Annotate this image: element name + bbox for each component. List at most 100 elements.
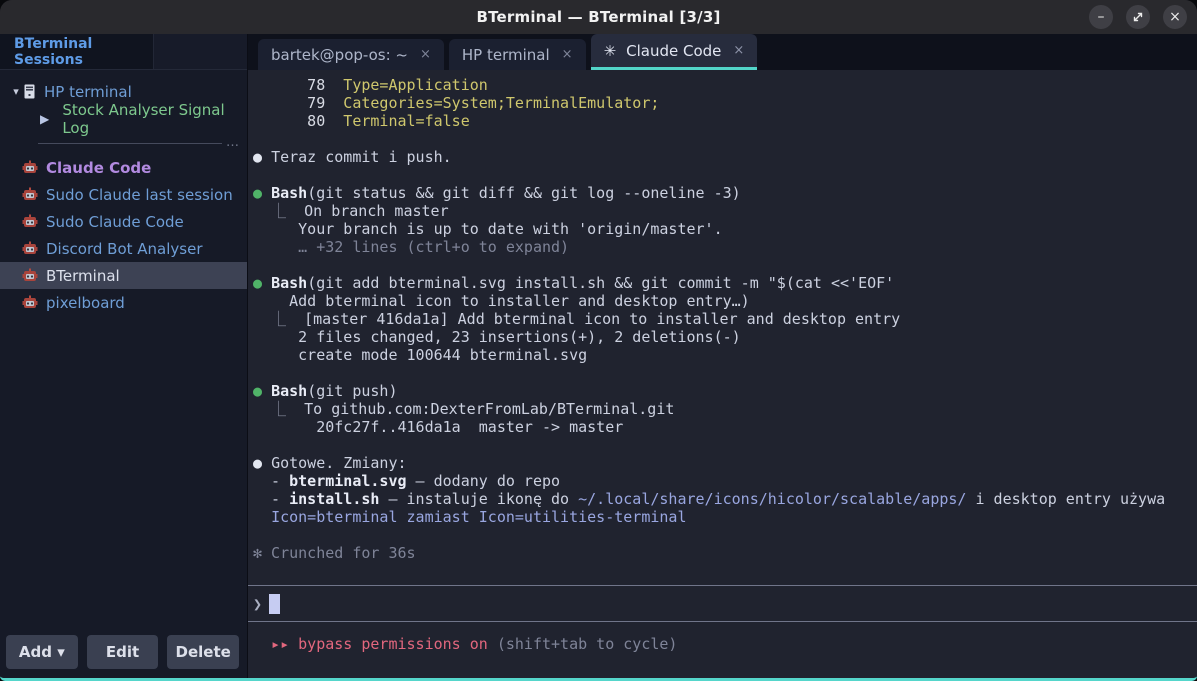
close-tab-icon[interactable]: ×: [562, 47, 573, 62]
sidebar-buttons: Add ▾ Edit Delete: [0, 627, 247, 678]
terminal-line: 20fc27f..416da1a master -> master: [253, 418, 1197, 436]
terminal-line: 78 Type=Application: [253, 76, 1197, 94]
terminal-line: 2 files changed, 23 insertions(+), 2 del…: [253, 328, 1197, 346]
terminal-line: 80 Terminal=false: [253, 112, 1197, 130]
robot-icon: [22, 268, 38, 284]
permissions-hint-text: (shift+tab to cycle): [488, 635, 678, 653]
robot-icon: [22, 241, 38, 257]
session-item-label: Sudo Claude last session: [46, 186, 233, 204]
sidebar-header-label: BTerminal Sessions: [0, 34, 153, 69]
maximize-icon: [1131, 10, 1145, 24]
close-tab-icon[interactable]: ×: [733, 43, 744, 58]
terminal-line: ● Bash(git status && git diff && git log…: [253, 184, 1197, 202]
close-tab-icon[interactable]: ×: [420, 47, 431, 62]
edit-button[interactable]: Edit: [87, 635, 159, 669]
tree-item-stock-analyser-log[interactable]: ▶ Stock Analyser Signal Log: [0, 105, 247, 132]
terminal-line: - bterminal.svg — dodany do repo: [253, 472, 1197, 490]
prompt-chevron-icon: ❯: [253, 595, 262, 613]
crunched-status: ✻ Crunched for 36s: [253, 544, 1197, 562]
computer-icon: [24, 84, 35, 99]
delete-button[interactable]: Delete: [167, 635, 239, 669]
tab-bar: bartek@pop-os: ~ × HP terminal × ✳ Claud…: [248, 34, 1197, 70]
permissions-status-bar: ▸▸ bypass permissions on (shift+tab to c…: [248, 622, 1197, 678]
spark-icon: ✳: [604, 42, 617, 60]
terminal-line: ● Gotowe. Zmiany:: [253, 454, 1197, 472]
session-item-label: Sudo Claude Code: [46, 213, 184, 231]
play-icon: ▶: [40, 112, 53, 126]
tab-label: HP terminal: [462, 46, 550, 64]
branch-connector: ⎿: [253, 202, 304, 220]
session-item-label: Claude Code: [46, 159, 151, 177]
terminal-blank-line: [253, 130, 1197, 148]
tab-label: bartek@pop-os: ~: [271, 46, 408, 64]
sessions-tree: ▾ HP terminal ▶ Stock Analyser Signal Lo…: [0, 70, 247, 627]
terminal-line: ⎿ [master 416da1a] Add bterminal icon to…: [253, 310, 1197, 328]
robot-icon: [22, 187, 38, 203]
sidebar-header-spacer: [153, 34, 247, 69]
window-controls: – ×: [1089, 5, 1187, 29]
terminal-blank-line: [253, 526, 1197, 544]
bullet-icon: ●: [253, 274, 271, 292]
session-item-claude-code[interactable]: Claude Code: [0, 154, 247, 181]
robot-icon: [22, 295, 38, 311]
prompt-input[interactable]: ❯: [248, 585, 1197, 622]
double-arrow-icon: ▸▸: [253, 635, 298, 653]
tab-hp-terminal[interactable]: HP terminal ×: [449, 39, 586, 70]
close-icon: ×: [1169, 10, 1181, 24]
session-item-sudo-claude-code[interactable]: Sudo Claude Code: [0, 208, 247, 235]
session-item-discord-bot-analyser[interactable]: Discord Bot Analyser: [0, 235, 247, 262]
branch-connector: ⎿: [253, 400, 304, 418]
terminal-line: … +32 lines (ctrl+o to expand): [253, 238, 1197, 256]
branch-connector: ⎿: [253, 310, 304, 328]
terminal-line: create mode 100644 bterminal.svg: [253, 346, 1197, 364]
terminal-line: 79 Categories=System;TerminalEmulator;: [253, 94, 1197, 112]
tree-item-label: HP terminal: [44, 83, 132, 101]
terminal-output: 78 Type=Application 79 Categories=System…: [248, 70, 1197, 585]
robot-icon: [22, 160, 38, 176]
session-item-label: BTerminal: [46, 267, 120, 285]
terminal-line: Icon=bterminal zamiast Icon=utilities-te…: [253, 508, 1197, 526]
session-item-pixelboard[interactable]: pixelboard: [0, 289, 247, 316]
terminal-line: Your branch is up to date with 'origin/m…: [253, 220, 1197, 238]
terminal-blank-line: [253, 166, 1197, 184]
terminal-line: ⎿ On branch master: [253, 202, 1197, 220]
minimize-button[interactable]: –: [1089, 5, 1113, 29]
terminal-line: Add bterminal icon to installer and desk…: [253, 292, 1197, 310]
window-title: BTerminal — BTerminal [3/3]: [0, 0, 1197, 34]
session-item-label: pixelboard: [46, 294, 125, 312]
sessions-sidebar: BTerminal Sessions ▾ HP terminal ▶: [0, 34, 248, 678]
divider-ellipsis: …: [226, 140, 239, 145]
terminal-blank-line: [253, 436, 1197, 454]
terminal-line: ● Bash(git push): [253, 382, 1197, 400]
terminal-line: ⎿ To github.com:DexterFromLab/BTerminal.…: [253, 400, 1197, 418]
minimize-icon: –: [1098, 10, 1105, 24]
bterminal-window: BTerminal — BTerminal [3/3] – × BTermina…: [0, 0, 1197, 681]
terminal-line: ● Bash(git add bterminal.svg install.sh …: [253, 274, 1197, 292]
main-panel: bartek@pop-os: ~ × HP terminal × ✳ Claud…: [248, 34, 1197, 678]
terminal-line: - install.sh — instaluje ikonę do ~/.loc…: [253, 490, 1197, 508]
tab-label: Claude Code: [626, 42, 721, 60]
bullet-icon: ●: [253, 382, 271, 400]
title-bar[interactable]: BTerminal — BTerminal [3/3] – ×: [0, 0, 1197, 34]
permissions-mode-text: bypass permissions on: [298, 635, 488, 653]
robot-icon: [22, 214, 38, 230]
bullet-icon: ●: [253, 184, 271, 202]
tree-item-label: Stock Analyser Signal Log: [62, 101, 247, 137]
text-cursor: [269, 594, 280, 614]
session-item-sudo-claude-last-session[interactable]: Sudo Claude last session: [0, 181, 247, 208]
bullet-icon: ●: [253, 148, 271, 166]
chevron-down-icon[interactable]: ▾: [8, 85, 24, 98]
add-button[interactable]: Add ▾: [6, 635, 78, 669]
terminal-pane[interactable]: 78 Type=Application 79 Categories=System…: [248, 70, 1197, 678]
divider-line: [38, 143, 222, 144]
maximize-button[interactable]: [1126, 5, 1150, 29]
session-item-label: Discord Bot Analyser: [46, 240, 202, 258]
session-item-bterminal[interactable]: BTerminal: [0, 262, 247, 289]
close-button[interactable]: ×: [1163, 5, 1187, 29]
tab-claude-code[interactable]: ✳ Claude Code ×: [591, 34, 758, 70]
tab-bartek-pop-os[interactable]: bartek@pop-os: ~ ×: [258, 39, 444, 70]
sidebar-header: BTerminal Sessions: [0, 34, 247, 70]
terminal-blank-line: [253, 256, 1197, 274]
bullet-icon: ●: [253, 454, 271, 472]
terminal-blank-line: [253, 364, 1197, 382]
